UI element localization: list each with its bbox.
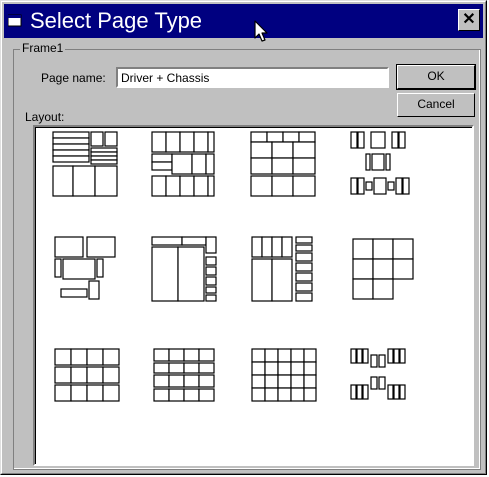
page-name-field-wrapper[interactable] <box>116 67 389 88</box>
layout-option-6[interactable] <box>148 235 224 311</box>
layout-option-4[interactable] <box>347 130 423 206</box>
layout-label: Layout: <box>25 110 65 124</box>
close-button[interactable]: ✕ <box>458 9 480 31</box>
title-bar[interactable]: Select Page Type ✕ <box>4 4 483 38</box>
window-title: Select Page Type <box>30 8 203 33</box>
layout-option-11[interactable] <box>246 347 322 423</box>
select-page-type-dialog: Select Page Type ✕ Frame1 Page name: OK … <box>0 0 487 475</box>
layout-option-10[interactable] <box>148 347 224 423</box>
layout-option-3[interactable] <box>246 130 322 206</box>
ok-button[interactable]: OK <box>396 64 476 90</box>
layout-option-7[interactable] <box>246 235 322 311</box>
close-icon: ✕ <box>462 11 476 28</box>
layout-option-12[interactable] <box>347 347 423 423</box>
page-name-label: Page name: <box>41 71 106 85</box>
window-icon <box>8 14 22 27</box>
layout-option-2[interactable] <box>148 130 224 206</box>
frame-label: Frame1 <box>20 40 66 56</box>
layout-gallery[interactable] <box>33 125 474 466</box>
layout-option-5[interactable] <box>49 235 125 311</box>
cancel-button[interactable]: Cancel <box>397 93 475 117</box>
layout-option-9[interactable] <box>49 347 125 423</box>
layout-option-8[interactable] <box>347 235 423 311</box>
layout-option-1[interactable] <box>49 130 125 206</box>
mouse-pointer-icon <box>254 20 268 42</box>
page-name-input[interactable] <box>118 69 384 87</box>
